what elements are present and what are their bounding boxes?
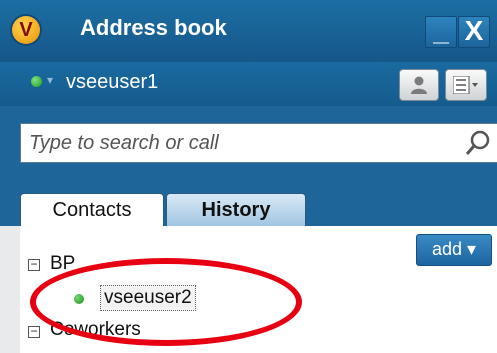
contact-name[interactable]: vseeuser2 — [100, 285, 196, 311]
contact-list: add ▾ − BP vseeuser2 − Coworkers — [20, 226, 497, 353]
list-menu-icon — [453, 76, 478, 94]
menu-button[interactable] — [445, 69, 487, 101]
vsee-logo-icon: V — [12, 16, 40, 44]
address-book-window: V Address book _ X ▾ vseeuser1 Type to s… — [0, 0, 497, 353]
search-input[interactable] — [20, 123, 497, 163]
tab-history[interactable]: History — [166, 193, 306, 227]
group-label[interactable]: Coworkers — [50, 319, 141, 341]
title-bar: V Address book _ X — [0, 0, 497, 62]
tab-contacts[interactable]: Contacts — [20, 193, 164, 227]
status-online-icon[interactable] — [31, 76, 42, 87]
current-username: vseeuser1 — [66, 71, 159, 93]
profile-button[interactable] — [399, 69, 439, 101]
collapse-icon[interactable]: − — [28, 258, 40, 271]
add-button[interactable]: add ▾ — [416, 234, 492, 266]
user-status-bar: ▾ vseeuser1 — [0, 62, 497, 106]
person-icon — [411, 76, 427, 94]
collapse-icon[interactable]: − — [28, 325, 40, 338]
status-dropdown-icon[interactable]: ▾ — [47, 73, 53, 87]
group-label[interactable]: BP — [50, 253, 75, 275]
online-status-icon — [74, 294, 84, 304]
window-title: Address book — [80, 15, 227, 40]
tab-bar: Contacts History — [0, 180, 497, 227]
search-icon[interactable] — [466, 130, 492, 156]
minimize-button[interactable]: _ — [425, 16, 457, 48]
list-item[interactable]: vseeuser2 — [70, 285, 250, 313]
search-bar — [0, 106, 497, 180]
close-button[interactable]: X — [458, 16, 490, 48]
